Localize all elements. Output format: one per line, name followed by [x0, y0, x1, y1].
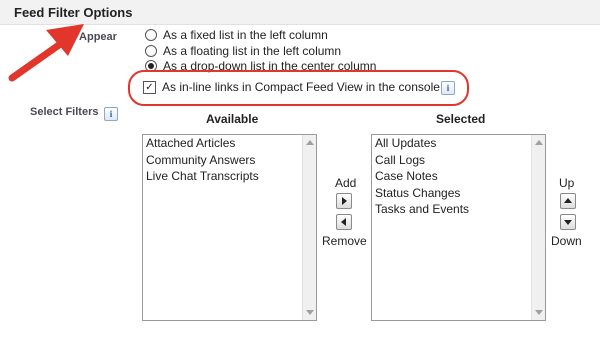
annotation-arrow-icon: [8, 24, 84, 82]
